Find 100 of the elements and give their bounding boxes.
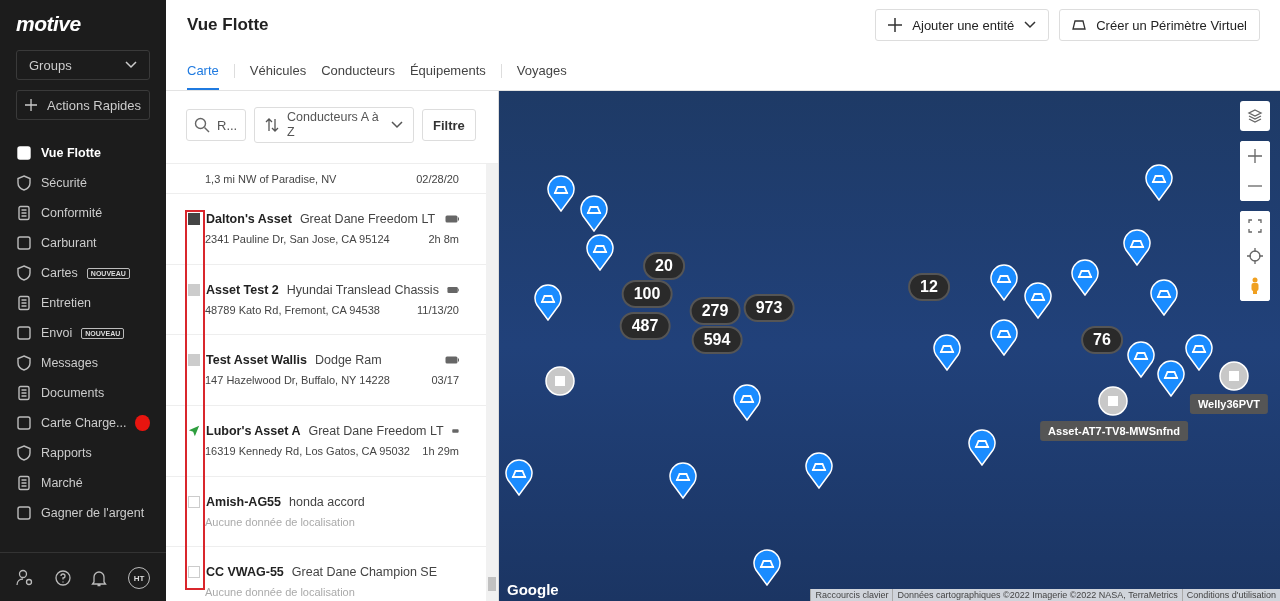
asset-address: 2341 Pauline Dr, San Jose, CA 95124 bbox=[205, 233, 390, 245]
vehicle-pin-icon[interactable] bbox=[1070, 258, 1100, 296]
vehicle-pin-icon[interactable] bbox=[504, 458, 534, 496]
nav-icon bbox=[16, 415, 32, 431]
vehicle-pin-icon[interactable] bbox=[989, 318, 1019, 356]
tab[interactable]: Équipements bbox=[409, 63, 486, 90]
map-provider-logo: Google bbox=[507, 581, 559, 598]
vehicle-pin-icon[interactable] bbox=[932, 333, 962, 371]
nav-icon bbox=[16, 475, 32, 491]
attribution-link[interactable]: Conditions d'utilisation bbox=[1181, 589, 1280, 601]
vehicle-pin-icon[interactable] bbox=[1156, 359, 1186, 397]
vehicle-pin-icon[interactable] bbox=[585, 233, 615, 271]
nav-item[interactable]: Documents bbox=[16, 378, 150, 408]
map-placeholder[interactable]: 20 100 487 279 973 594 12 76 Welly36PVT Asset-AT7-TV8-MWSnfnd Google Raccourcis clavier Données cartographiques ©2022 Imagerie ©2022 NASA, TerraMetrics Conditions d'utilisation bbox=[499, 91, 1280, 601]
plus-icon bbox=[1248, 149, 1262, 163]
nav-item[interactable]: Gagner de l'argent bbox=[16, 498, 150, 528]
cluster-marker[interactable]: 487 bbox=[619, 312, 671, 340]
nav-icon bbox=[16, 175, 32, 191]
no-location-text: Aucune donnée de localisation bbox=[205, 586, 355, 599]
nav-item[interactable]: Entretien bbox=[16, 288, 150, 318]
nav-item[interactable]: Sécurité bbox=[16, 168, 150, 198]
attribution-link[interactable]: Données cartographiques ©2022 Imagerie ©2022 NASA, TerraMetrics bbox=[892, 589, 1182, 601]
nav-icon bbox=[16, 445, 32, 461]
crosshair-icon bbox=[1247, 248, 1263, 264]
nav-icon bbox=[16, 265, 32, 281]
tab[interactable]: Conducteurs bbox=[321, 63, 395, 90]
scrollbar[interactable] bbox=[486, 164, 498, 601]
vehicle-pin-icon[interactable] bbox=[579, 194, 609, 232]
nav-item[interactable]: Vue Flotte bbox=[16, 138, 150, 168]
group-select[interactable]: Groups bbox=[16, 50, 150, 80]
vehicle-pin-icon[interactable] bbox=[804, 451, 834, 489]
nav-icon bbox=[16, 505, 32, 521]
tab[interactable]: Carte bbox=[187, 63, 219, 90]
cluster-marker[interactable]: 12 bbox=[908, 273, 950, 301]
vehicle-pin-icon[interactable] bbox=[989, 263, 1019, 301]
vehicle-name: Dodge Ram bbox=[314, 353, 382, 368]
nav-icon bbox=[16, 235, 32, 251]
cluster-marker[interactable]: 279 bbox=[689, 297, 741, 325]
tab[interactable]: Voyages bbox=[516, 63, 567, 90]
tab[interactable]: Véhicules bbox=[249, 63, 307, 90]
fullscreen-icon bbox=[1248, 219, 1262, 233]
no-location-text: Aucune donnée de localisation bbox=[205, 515, 355, 528]
cluster-marker[interactable]: 973 bbox=[743, 294, 795, 322]
vehicle-pin-icon[interactable] bbox=[752, 548, 782, 586]
quick-actions-button[interactable]: Actions Rapides bbox=[16, 90, 150, 120]
vehicle-pin-icon[interactable] bbox=[1122, 228, 1152, 266]
plus-icon bbox=[888, 18, 903, 32]
filter-button[interactable]: Filtre bbox=[422, 109, 476, 141]
chevron-down-icon bbox=[391, 121, 403, 129]
user-settings-icon[interactable] bbox=[16, 569, 34, 587]
nav-icon bbox=[16, 205, 32, 221]
asset-time: 1h 29m bbox=[422, 445, 459, 458]
vehicle-pin-icon[interactable] bbox=[967, 428, 997, 466]
vehicle-pin-icon[interactable] bbox=[1023, 281, 1053, 319]
vehicle-pin-icon[interactable] bbox=[1144, 163, 1174, 201]
stopped-marker-icon[interactable] bbox=[545, 366, 575, 396]
asset-name: CC VWAG-55 bbox=[206, 565, 284, 580]
search-field[interactable]: R... bbox=[186, 109, 246, 141]
nav-item[interactable]: Conformité bbox=[16, 198, 150, 228]
create-geofence-button[interactable]: Créer un Périmètre Virtuel bbox=[1059, 9, 1260, 41]
cluster-marker[interactable]: 20 bbox=[643, 252, 685, 280]
vehicle-pin-icon[interactable] bbox=[1184, 333, 1214, 371]
person-icon bbox=[1250, 277, 1260, 295]
layers-button[interactable] bbox=[1240, 101, 1270, 131]
vehicle-pin-icon[interactable] bbox=[732, 383, 762, 421]
nav-item[interactable]: Rapports bbox=[16, 438, 150, 468]
chevron-down-icon bbox=[1024, 21, 1037, 29]
nav-icon bbox=[16, 145, 32, 161]
nav-icon bbox=[16, 355, 32, 371]
add-entity-button[interactable]: Ajouter une entité bbox=[875, 9, 1050, 41]
nav-item[interactable]: Marché bbox=[16, 468, 150, 498]
help-icon[interactable] bbox=[54, 570, 71, 586]
nav-item[interactable]: Carte Charge... bbox=[16, 408, 150, 438]
nav-icon bbox=[16, 295, 32, 311]
plus-icon bbox=[25, 98, 38, 112]
cluster-marker[interactable]: 594 bbox=[691, 326, 743, 354]
attribution-link[interactable]: Raccourcis clavier bbox=[810, 589, 893, 601]
asset-name: Amish-AG55 bbox=[206, 494, 282, 509]
asset-time: 03/17 bbox=[431, 374, 459, 387]
asset-address: 1,3 mi NW of Paradise, NV bbox=[205, 172, 337, 185]
vehicle-pin-icon[interactable] bbox=[533, 283, 563, 321]
bell-icon[interactable] bbox=[91, 569, 108, 587]
vehicle-pin-icon[interactable] bbox=[1126, 340, 1156, 378]
cluster-marker[interactable]: 100 bbox=[621, 280, 673, 308]
sort-select[interactable]: Conducteurs A à Z bbox=[254, 107, 414, 143]
search-icon bbox=[194, 117, 210, 133]
cluster-marker[interactable]: 76 bbox=[1081, 326, 1123, 354]
nav-item[interactable]: Carburant bbox=[16, 228, 150, 258]
asset-name: Test Asset Wallis bbox=[206, 353, 307, 368]
vehicle-pin-icon[interactable] bbox=[1149, 278, 1179, 316]
asset-address: 147 Hazelwood Dr, Buffalo, NY 14228 bbox=[205, 374, 390, 387]
nav-item[interactable]: Messages bbox=[16, 348, 150, 378]
logo: motive bbox=[16, 12, 81, 36]
stopped-marker-icon[interactable] bbox=[1098, 386, 1128, 416]
stopped-marker-icon[interactable] bbox=[1219, 361, 1249, 391]
vehicle-name: Hyundai Translead Chassis bbox=[286, 282, 439, 297]
vehicle-pin-icon[interactable] bbox=[668, 461, 698, 499]
asset-label: Welly36PVT bbox=[1189, 394, 1269, 414]
asset-address: 16319 Kennedy Rd, Los Gatos, CA 95032 bbox=[205, 445, 410, 458]
vehicle-pin-icon[interactable] bbox=[546, 174, 576, 212]
